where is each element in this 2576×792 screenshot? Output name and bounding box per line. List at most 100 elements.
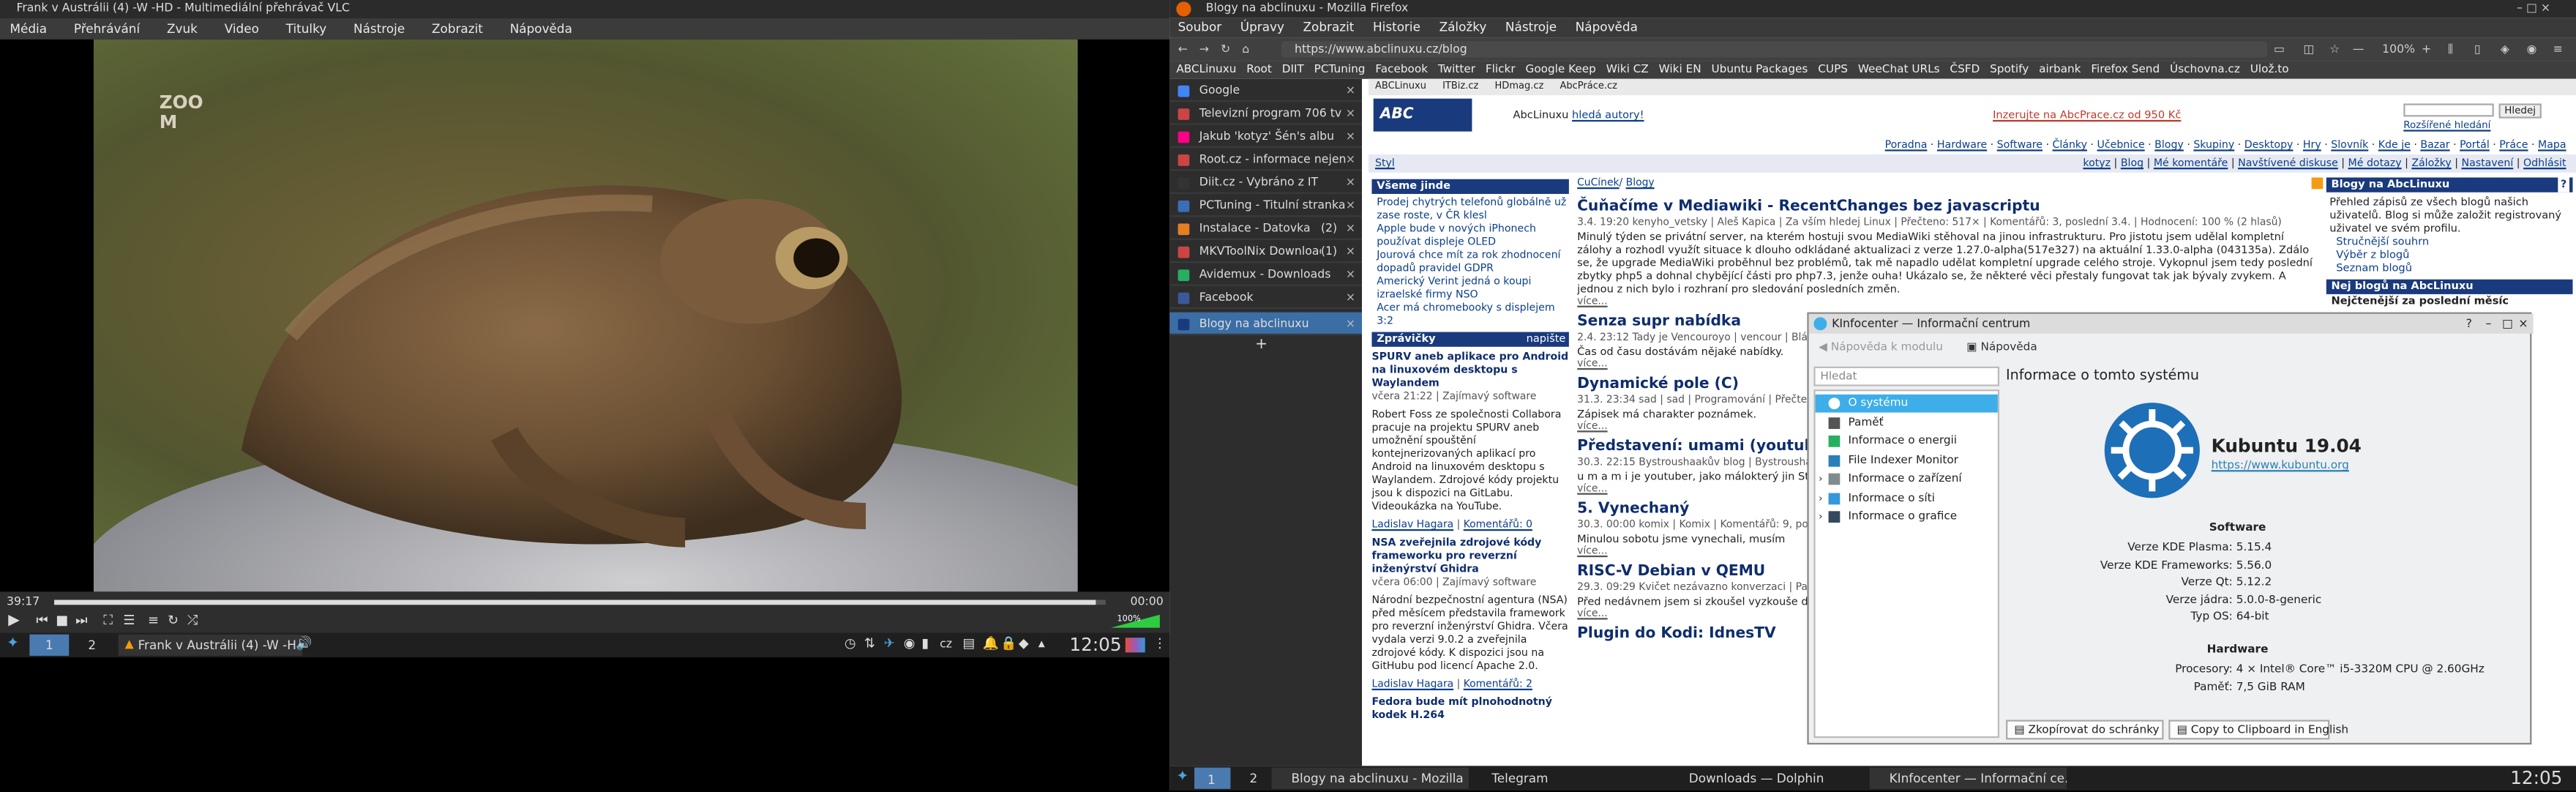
news-title[interactable]: NSA zveřejnila zdrojové kódy frameworku …	[1371, 537, 1568, 577]
home-icon[interactable]: ⌂	[1242, 38, 1249, 61]
bm-wiki-en[interactable]: Wiki EN	[1659, 62, 1701, 75]
close-icon[interactable]: ×	[1346, 148, 1355, 169]
vlc-menu-playback[interactable]: Přehrávání	[74, 21, 140, 36]
video-frame[interactable]: ZOOM	[93, 39, 1078, 592]
task-firefox[interactable]: Blogy na abclinuxu - Mozilla ...	[1271, 767, 1469, 789]
blog-list-link[interactable]: Seznam blogů	[2336, 261, 2572, 274]
module-file-indexer[interactable]: File Indexer Monitor	[1816, 452, 1998, 470]
maximize-icon[interactable]: □	[2502, 314, 2513, 334]
keyboard-layout[interactable]: cz	[940, 638, 952, 651]
zoom-out-icon[interactable]: —	[2353, 38, 2365, 61]
nav-mapa[interactable]: Mapa	[2538, 140, 2566, 152]
news-author[interactable]: Ladislav Hagara	[1371, 679, 1453, 690]
portal-itbiz[interactable]: ITBiz.cz	[1442, 82, 1478, 91]
blog-selection-link[interactable]: Výběr z blogů	[2336, 248, 2572, 261]
user-settings[interactable]: Nastavení	[2461, 158, 2513, 170]
tray-steam-icon[interactable]: ◉	[904, 636, 916, 651]
close-icon[interactable]: ×	[1346, 313, 1355, 334]
desktop-2[interactable]: 2	[72, 635, 112, 656]
tab-pctuning[interactable]: PCTuning - Titulní stranka ×	[1169, 194, 1363, 217]
bookmark-star-icon[interactable]: ☆	[2329, 38, 2340, 61]
bm-facebook[interactable]: Facebook	[1375, 62, 1428, 75]
portal-abclinuxu[interactable]: ABCLinuxu	[1375, 82, 1426, 91]
search-authors-link[interactable]: hledá autory!	[1572, 108, 1644, 122]
pocket-icon[interactable]: ◫	[2303, 38, 2314, 61]
panel-clock[interactable]: 12:05	[2510, 766, 2562, 791]
desktop-2[interactable]: 2	[1235, 768, 1271, 789]
nav-blogy[interactable]: Blogy	[2154, 140, 2184, 152]
tab-google[interactable]: Google ×	[1169, 79, 1363, 102]
bm-ulozto[interactable]: Ulož.to	[2250, 62, 2289, 75]
nav-hardware[interactable]: Hardware	[1937, 140, 1987, 152]
tab-root[interactable]: Root.cz - informace nejen ×	[1169, 148, 1363, 171]
nav-desktopy[interactable]: Desktopy	[2244, 140, 2294, 152]
close-icon[interactable]: ×	[1346, 194, 1355, 215]
elsewhere-item[interactable]: Acer má chromebooky s displejem 3:2	[1377, 302, 1569, 329]
module-help-button[interactable]: ◀ Nápověda k modulu	[1819, 335, 1943, 358]
extended-settings-icon[interactable]: ☰	[123, 613, 135, 628]
module-energy[interactable]: Informace o energii	[1816, 433, 1998, 451]
summary-link[interactable]: Stručnější souhrn	[2336, 235, 2572, 248]
vlc-menu-video[interactable]: Video	[225, 21, 259, 36]
minimize-icon[interactable]: –	[2486, 314, 2492, 334]
breadcrumb-blogy[interactable]: Blogy	[1626, 177, 1655, 189]
news-comments[interactable]: Komentářů: 2	[1464, 679, 1532, 690]
bm-weechat[interactable]: WeeChat URLs	[1858, 62, 1940, 75]
tray-clock-icon[interactable]: ◷	[845, 636, 856, 651]
module-memory[interactable]: Paměť	[1816, 414, 1998, 433]
user-kotyz[interactable]: kotyz	[2083, 158, 2111, 170]
distro-url[interactable]: https://www.kubuntu.org	[2212, 458, 2349, 471]
portal-abcprace[interactable]: AbcPráce.cz	[1560, 82, 1617, 91]
bm-root[interactable]: Root	[1246, 62, 1272, 75]
chevron-right-icon[interactable]: ›	[1819, 490, 1822, 508]
site-search-button[interactable]: Hledej	[2498, 103, 2542, 119]
tray-telegram-icon[interactable]: ✈	[884, 636, 895, 651]
user-bookmarks[interactable]: Záložky	[2411, 158, 2451, 170]
bm-uschovna[interactable]: Úschovna.cz	[2170, 62, 2240, 75]
desktop-1[interactable]: 1	[1194, 767, 1231, 789]
loop-icon[interactable]: ↻	[168, 613, 179, 628]
close-icon[interactable]: ×	[1346, 79, 1355, 100]
site-search-input[interactable]	[2403, 103, 2494, 117]
portal-hdmag[interactable]: HDmag.cz	[1495, 82, 1544, 91]
post-title[interactable]: Čuňačíme v Mediawiki - RecentChanges bez…	[1577, 199, 2320, 217]
style-link[interactable]: Styl	[1375, 158, 1395, 170]
back-icon[interactable]: ←	[1178, 38, 1188, 61]
close-icon[interactable]: ×	[1346, 102, 1355, 123]
playlist-icon[interactable]: ≡	[148, 613, 159, 628]
bm-flickr[interactable]: Flickr	[1486, 62, 1516, 75]
chevron-right-icon[interactable]: ›	[1819, 470, 1822, 488]
bm-spotify[interactable]: Spotify	[1990, 62, 2029, 75]
copy-to-clipboard-button[interactable]: ▤ Zkopírovat do schránky	[2006, 720, 2164, 740]
next-icon[interactable]: ⏭	[75, 613, 87, 630]
news-comments[interactable]: Komentářů: 0	[1464, 520, 1532, 531]
nav-hry[interactable]: Hry	[2303, 140, 2321, 152]
help-icon[interactable]: ?	[2558, 177, 2570, 193]
ff-menu-bookmarks[interactable]: Záložky	[1439, 20, 1487, 34]
url-bar[interactable]: https://www.abclinuxu.cz/blog	[1281, 41, 2267, 58]
elsewhere-item[interactable]: Jourová chce mít za rok zhodnocení dopad…	[1377, 250, 1569, 276]
forward-icon[interactable]: →	[1199, 38, 1209, 61]
bm-pctuning[interactable]: PCTuning	[1314, 62, 1366, 75]
tray-clipboard-icon[interactable]: ▤	[963, 636, 976, 651]
news-title[interactable]: SPURV aneb aplikace pro Android na linux…	[1371, 351, 1568, 391]
vlc-menu-tools[interactable]: Nástroje	[353, 21, 405, 36]
bm-google-keep[interactable]: Google Keep	[1525, 62, 1595, 75]
vlc-menu-media[interactable]: Média	[10, 21, 47, 36]
panel-settings-icon[interactable]: ⋮	[1153, 636, 1167, 651]
tab-avidemux[interactable]: Avidemux - Downloads ×	[1169, 263, 1363, 286]
user-logout[interactable]: Odhlásit	[2523, 158, 2566, 170]
nav-kde-je[interactable]: Kde je	[2378, 140, 2411, 152]
bm-wiki-cz[interactable]: Wiki CZ	[1606, 62, 1649, 75]
window-controls-icon[interactable]: – □ ×	[2517, 0, 2550, 18]
module-about-system[interactable]: O systému	[1815, 394, 1998, 413]
elsewhere-item[interactable]: Apple bude v nových iPhonech používat di…	[1377, 223, 1569, 250]
nav-portal[interactable]: Portál	[2460, 140, 2490, 152]
panel-clock[interactable]: 12:05	[1069, 632, 1121, 657]
bm-csfd[interactable]: ČSFD	[1950, 62, 1980, 75]
bm-cups[interactable]: CUPS	[1818, 62, 1848, 75]
tab-blogy-active[interactable]: Blogy na abclinuxu ×	[1169, 312, 1363, 336]
tab-facebook[interactable]: Facebook ×	[1169, 286, 1363, 310]
tab-diit[interactable]: Diit.cz - Vybráno z IT ×	[1169, 171, 1363, 194]
user-questions[interactable]: Mé dotazy	[2348, 158, 2402, 170]
